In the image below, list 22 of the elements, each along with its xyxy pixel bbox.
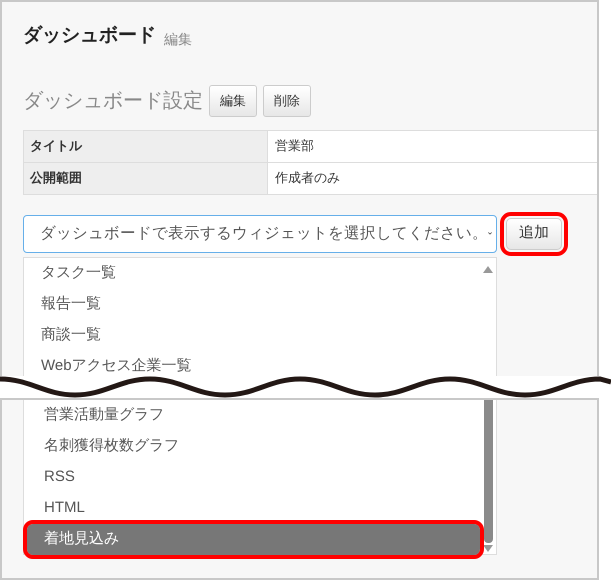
- section-button[interactable]: 編集: [209, 84, 257, 116]
- page-title: ダッシュボード: [23, 24, 156, 48]
- table-cell: 作成者のみ: [268, 162, 597, 194]
- list-option[interactable]: 名刺獲得枚数グラフ: [27, 431, 480, 462]
- page-subtitle: 編集: [164, 30, 192, 48]
- section-heading: ダッシュボード設定: [23, 88, 203, 114]
- scroll-up-icon[interactable]: [483, 266, 493, 272]
- list-option[interactable]: HTML: [27, 493, 480, 524]
- scroll-down-icon[interactable]: [483, 545, 493, 552]
- list-option[interactable]: RSS: [27, 462, 480, 493]
- list-option[interactable]: Webアクセス企業一覧: [24, 350, 480, 376]
- widget-select[interactable]: ダッシュボードで表示するウィジェットを選択してください。: [23, 214, 497, 252]
- list-option[interactable]: 着地見込み: [27, 524, 480, 555]
- list-option[interactable]: 営業活動量グラフ: [27, 400, 480, 431]
- section-button[interactable]: 削除: [263, 84, 311, 116]
- list-option[interactable]: タスク一覧: [24, 258, 480, 288]
- table-header-cell: 公開範囲: [24, 162, 268, 194]
- list-option[interactable]: 報告一覧: [24, 288, 480, 320]
- list-option[interactable]: 商談一覧: [24, 320, 480, 350]
- table-cell: 営業部: [268, 130, 597, 162]
- table-header-cell: タイトル: [24, 130, 268, 162]
- scrollbar-thumb[interactable]: [484, 400, 492, 543]
